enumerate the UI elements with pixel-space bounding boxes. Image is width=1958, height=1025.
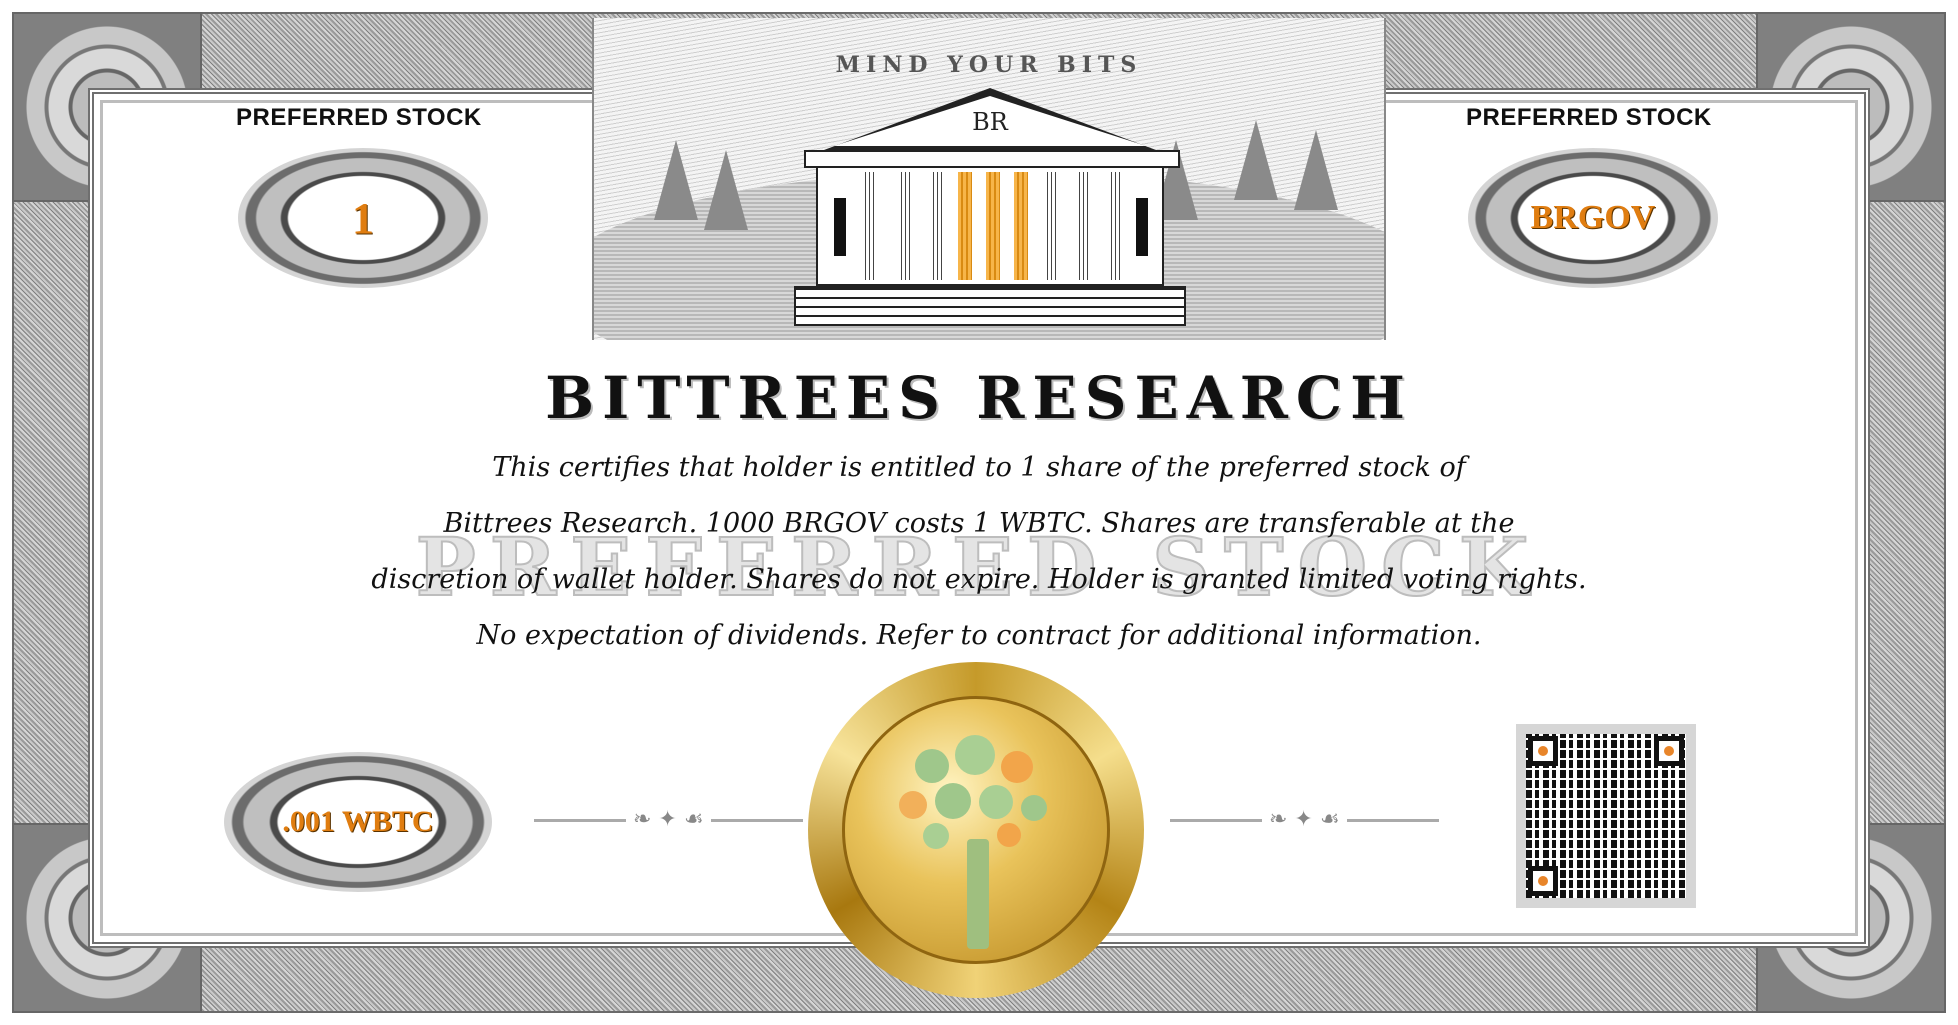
br-monogram: BR [972,108,1008,136]
ornament-divider-left: ❧ ✦ ☙ [534,809,803,831]
par-value-badge: .001 WBTC [224,752,492,892]
certificate-number-badge: 1 [238,148,488,288]
tree-icon [1234,120,1278,200]
stock-type-label-left: PREFERRED STOCK [236,104,482,131]
qr-code-icon[interactable] [1516,724,1696,908]
tree-icon [654,140,698,220]
tree-icon [704,150,748,230]
tree-icon [1294,130,1338,210]
ticker-symbol: BRGOV [1530,199,1656,236]
motto: MIND YOUR BITS [835,52,1143,78]
body-line: Bittrees Research. 1000 BRGOV costs 1 WB… [443,508,1515,539]
stock-type-label-right: PREFERRED STOCK [1466,104,1712,131]
gold-seal-tree-icon [808,662,1144,998]
body-line: No expectation of dividends. Refer to co… [476,620,1482,651]
company-name: BITTREES RESEARCH [545,364,1413,432]
certificate-number: 1 [352,193,374,243]
bank-building-icon: BR [794,88,1186,328]
certificate-body: This certifies that holder is entitled t… [260,440,1698,664]
body-line: discretion of wallet holder. Shares do n… [371,564,1587,595]
ornament-divider-right: ❧ ✦ ☙ [1170,809,1439,831]
par-value: .001 WBTC [282,805,434,838]
ticker-badge: BRGOV [1468,148,1718,288]
body-line: This certifies that holder is entitled t… [492,452,1466,483]
building-vignette: MIND YOUR BITS BR [592,18,1386,340]
building-columns [816,166,1164,286]
